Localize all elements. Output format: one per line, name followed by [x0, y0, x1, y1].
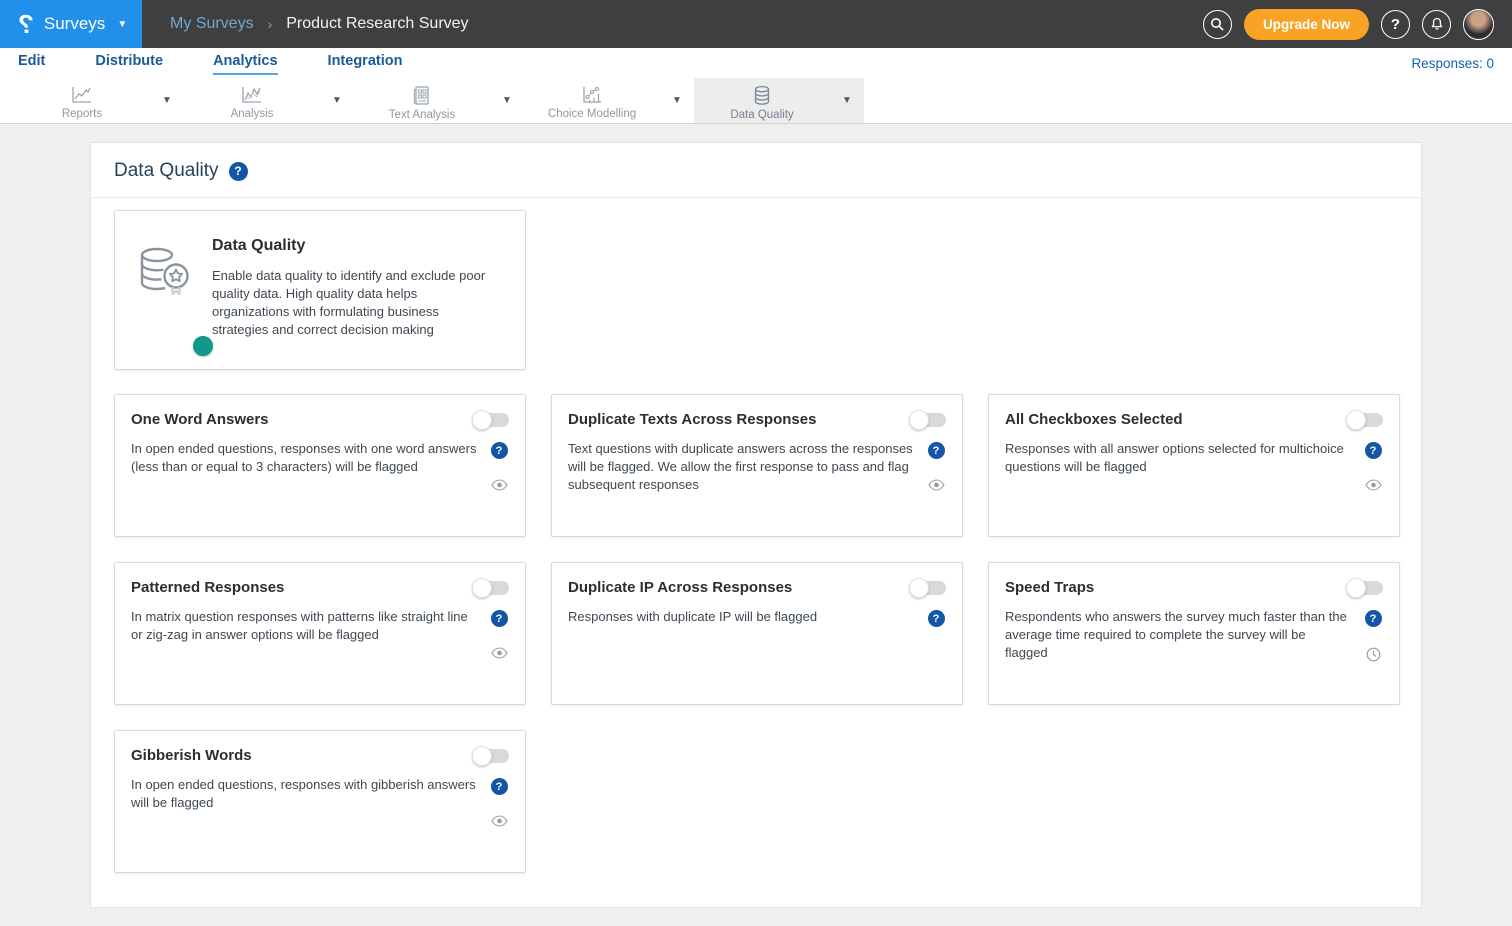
- rule-card: Patterned Responses In matrix question r…: [114, 562, 526, 705]
- rule-card: All Checkboxes Selected Responses with a…: [988, 394, 1400, 537]
- rule-card-description: In open ended questions, responses with …: [131, 440, 477, 491]
- breadcrumb-separator-icon: ›: [268, 16, 273, 32]
- rule-card-title: Duplicate Texts Across Responses: [568, 411, 816, 428]
- search-icon[interactable]: [1203, 10, 1232, 39]
- breadcrumb: My Surveys › Product Research Survey: [142, 0, 1203, 48]
- eye-icon[interactable]: [491, 647, 508, 659]
- data-quality-feature-card: Data Quality Enable data quality to iden…: [114, 210, 526, 370]
- rule-card: Speed Traps Respondents who answers the …: [988, 562, 1400, 705]
- eye-icon[interactable]: [491, 815, 508, 827]
- breadcrumb-current-survey: Product Research Survey: [286, 15, 468, 33]
- reports-chart-icon: [70, 85, 94, 105]
- chevron-down-icon: ▼: [117, 19, 127, 30]
- rule-help-icon[interactable]: ?: [928, 610, 945, 627]
- eye-icon[interactable]: [491, 479, 508, 491]
- data-quality-icon: [751, 85, 773, 106]
- tab-analytics[interactable]: Analytics: [213, 51, 277, 75]
- feature-card-description: Enable data quality to identify and excl…: [212, 267, 497, 339]
- rule-help-icon[interactable]: ?: [1365, 610, 1382, 627]
- rule-card-description: In matrix question responses with patter…: [131, 608, 477, 659]
- toolbar-tab-reports[interactable]: Reports ▼: [14, 78, 184, 123]
- rule-card-description: Respondents who answers the survey much …: [1005, 608, 1351, 663]
- rule-card-description: Responses with duplicate IP will be flag…: [568, 608, 914, 627]
- tab-integration[interactable]: Integration: [328, 51, 403, 75]
- analysis-dropdown-caret-icon[interactable]: ▼: [320, 95, 354, 106]
- page-title: Data Quality: [114, 160, 219, 182]
- rule-cards-grid: One Word Answers In open ended questions…: [114, 394, 1398, 873]
- rule-help-icon[interactable]: ?: [1365, 442, 1382, 459]
- rule-card: Duplicate IP Across Responses Responses …: [551, 562, 963, 705]
- rule-card: One Word Answers In open ended questions…: [114, 394, 526, 537]
- upgrade-now-button[interactable]: Upgrade Now: [1244, 9, 1369, 40]
- header-actions: Upgrade Now ?: [1203, 0, 1512, 48]
- rule-help-icon[interactable]: ?: [491, 610, 508, 627]
- rule-card-title: All Checkboxes Selected: [1005, 411, 1183, 428]
- responses-count: Responses: 0: [1411, 56, 1494, 71]
- text-analysis-dropdown-caret-icon[interactable]: ▼: [490, 95, 524, 106]
- rule-card-title: Gibberish Words: [131, 747, 252, 764]
- database-badge-icon: [132, 237, 194, 351]
- data-quality-panel: Data Quality ? Data: [90, 142, 1422, 908]
- rule-toggle[interactable]: [473, 749, 509, 763]
- help-icon[interactable]: ?: [1381, 10, 1410, 39]
- clock-icon[interactable]: [1366, 647, 1381, 662]
- toolbar-tab-text-analysis[interactable]: Text Analysis ▼: [354, 78, 524, 123]
- rule-card-title: Patterned Responses: [131, 579, 284, 596]
- user-avatar[interactable]: [1463, 9, 1494, 40]
- top-header: ? Surveys ▼ My Surveys › Product Researc…: [0, 0, 1512, 48]
- eye-icon[interactable]: [928, 479, 945, 491]
- rule-toggle[interactable]: [910, 413, 946, 427]
- rule-card-description: Text questions with duplicate answers ac…: [568, 440, 914, 495]
- toolbar-tab-choice-modelling[interactable]: Choice Modelling ▼: [524, 78, 694, 123]
- rule-help-icon[interactable]: ?: [928, 442, 945, 459]
- rule-card-title: One Word Answers: [131, 411, 269, 428]
- toolbar-tab-label: Text Analysis: [389, 109, 455, 121]
- questionpro-logo-icon: ?: [18, 11, 34, 37]
- choice-modelling-icon: [580, 85, 604, 105]
- rule-card: Duplicate Texts Across Responses Text qu…: [551, 394, 963, 537]
- toolbar-tab-label: Analysis: [231, 108, 274, 120]
- rule-help-icon[interactable]: ?: [491, 442, 508, 459]
- product-switcher[interactable]: ? Surveys ▼: [0, 0, 142, 48]
- breadcrumb-my-surveys[interactable]: My Surveys: [170, 15, 254, 33]
- reports-dropdown-caret-icon[interactable]: ▼: [150, 95, 184, 106]
- toolbar-tab-data-quality[interactable]: Data Quality ▼: [694, 78, 864, 123]
- tab-distribute[interactable]: Distribute: [95, 51, 163, 75]
- rule-card-description: Responses with all answer options select…: [1005, 440, 1351, 491]
- rule-toggle[interactable]: [1347, 413, 1383, 427]
- toolbar-tab-label: Data Quality: [730, 109, 793, 121]
- choice-modelling-dropdown-caret-icon[interactable]: ▼: [660, 95, 694, 106]
- rule-card-title: Duplicate IP Across Responses: [568, 579, 792, 596]
- rule-toggle[interactable]: [473, 581, 509, 595]
- data-quality-dropdown-caret-icon[interactable]: ▼: [830, 95, 864, 106]
- rule-help-icon[interactable]: ?: [491, 778, 508, 795]
- product-name: Surveys: [44, 14, 105, 34]
- eye-icon[interactable]: [1365, 479, 1382, 491]
- page-help-icon[interactable]: ?: [229, 162, 248, 181]
- rule-card: Gibberish Words In open ended questions,…: [114, 730, 526, 873]
- section-nav: Edit Distribute Analytics Integration Re…: [0, 48, 1512, 78]
- toolbar-tab-label: Reports: [62, 108, 102, 120]
- rule-toggle[interactable]: [1347, 581, 1383, 595]
- rule-card-title: Speed Traps: [1005, 579, 1094, 596]
- analysis-chart-icon: [240, 85, 264, 105]
- rule-toggle[interactable]: [910, 581, 946, 595]
- toolbar-tab-label: Choice Modelling: [548, 108, 636, 120]
- notifications-bell-icon[interactable]: [1422, 10, 1451, 39]
- main-content: Data Quality ? Data: [0, 124, 1512, 926]
- text-analysis-icon: [411, 85, 433, 106]
- analytics-toolbar: Reports ▼ Analysis ▼ Text Analysis ▼ Cho…: [0, 78, 1512, 124]
- tab-edit[interactable]: Edit: [18, 51, 45, 75]
- rule-card-description: In open ended questions, responses with …: [131, 776, 477, 827]
- toolbar-tab-analysis[interactable]: Analysis ▼: [184, 78, 354, 123]
- feature-card-title: Data Quality: [212, 237, 507, 255]
- rule-toggle[interactable]: [473, 413, 509, 427]
